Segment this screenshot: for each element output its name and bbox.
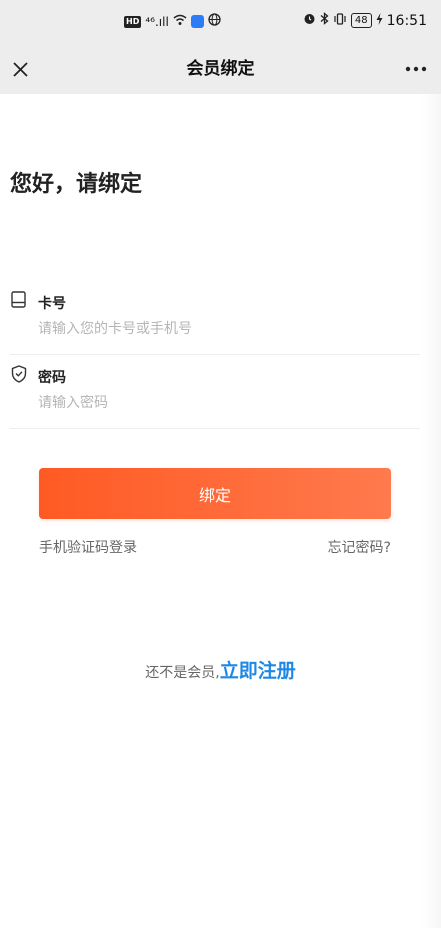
signal-icon: ⁴⁶.ıll	[145, 14, 169, 29]
register-row: 还不是会员,立即注册	[0, 656, 441, 683]
password-field: 密码	[10, 356, 420, 429]
bluetooth-icon	[320, 12, 329, 29]
forgot-password-link[interactable]: 忘记密码?	[328, 537, 391, 557]
card-number-field: 卡号	[10, 282, 420, 355]
password-input[interactable]	[38, 390, 408, 416]
globe-icon	[208, 13, 221, 30]
card-number-label: 卡号	[38, 296, 66, 312]
status-left: HD ⁴⁶.ıll	[124, 13, 221, 30]
page: HD ⁴⁶.ıll 48 16:51 会员绑定 您好，请绑定 卡号 请输入您的卡…	[0, 0, 441, 928]
card-icon	[10, 290, 28, 310]
nav-bar: 会员绑定	[0, 44, 441, 94]
alarm-icon	[303, 12, 316, 29]
charging-icon	[376, 12, 383, 29]
nav-title: 会员绑定	[186, 59, 255, 79]
shield-icon	[10, 364, 28, 384]
close-icon[interactable]	[8, 56, 34, 82]
wifi-icon	[173, 14, 187, 30]
app-notification-icon	[190, 15, 204, 28]
vibrate-icon	[333, 12, 347, 29]
card-number-input[interactable]	[38, 316, 408, 342]
bind-button[interactable]: 绑定	[39, 468, 391, 519]
clock-time: 16:51	[386, 12, 427, 29]
greeting-heading: 您好，请绑定	[10, 172, 143, 197]
status-right: 48 16:51	[303, 12, 427, 29]
hd-icon: HD	[124, 15, 142, 28]
sms-login-link[interactable]: 手机验证码登录	[39, 537, 137, 557]
register-link[interactable]: 立即注册	[220, 660, 296, 682]
password-label: 密码	[38, 370, 66, 386]
scroll-edge	[421, 94, 441, 928]
battery-icon: 48	[350, 13, 372, 28]
register-prompt: 还不是会员,	[145, 665, 220, 681]
status-bar: HD ⁴⁶.ıll 48 16:51	[0, 0, 441, 44]
more-icon[interactable]	[401, 56, 431, 82]
